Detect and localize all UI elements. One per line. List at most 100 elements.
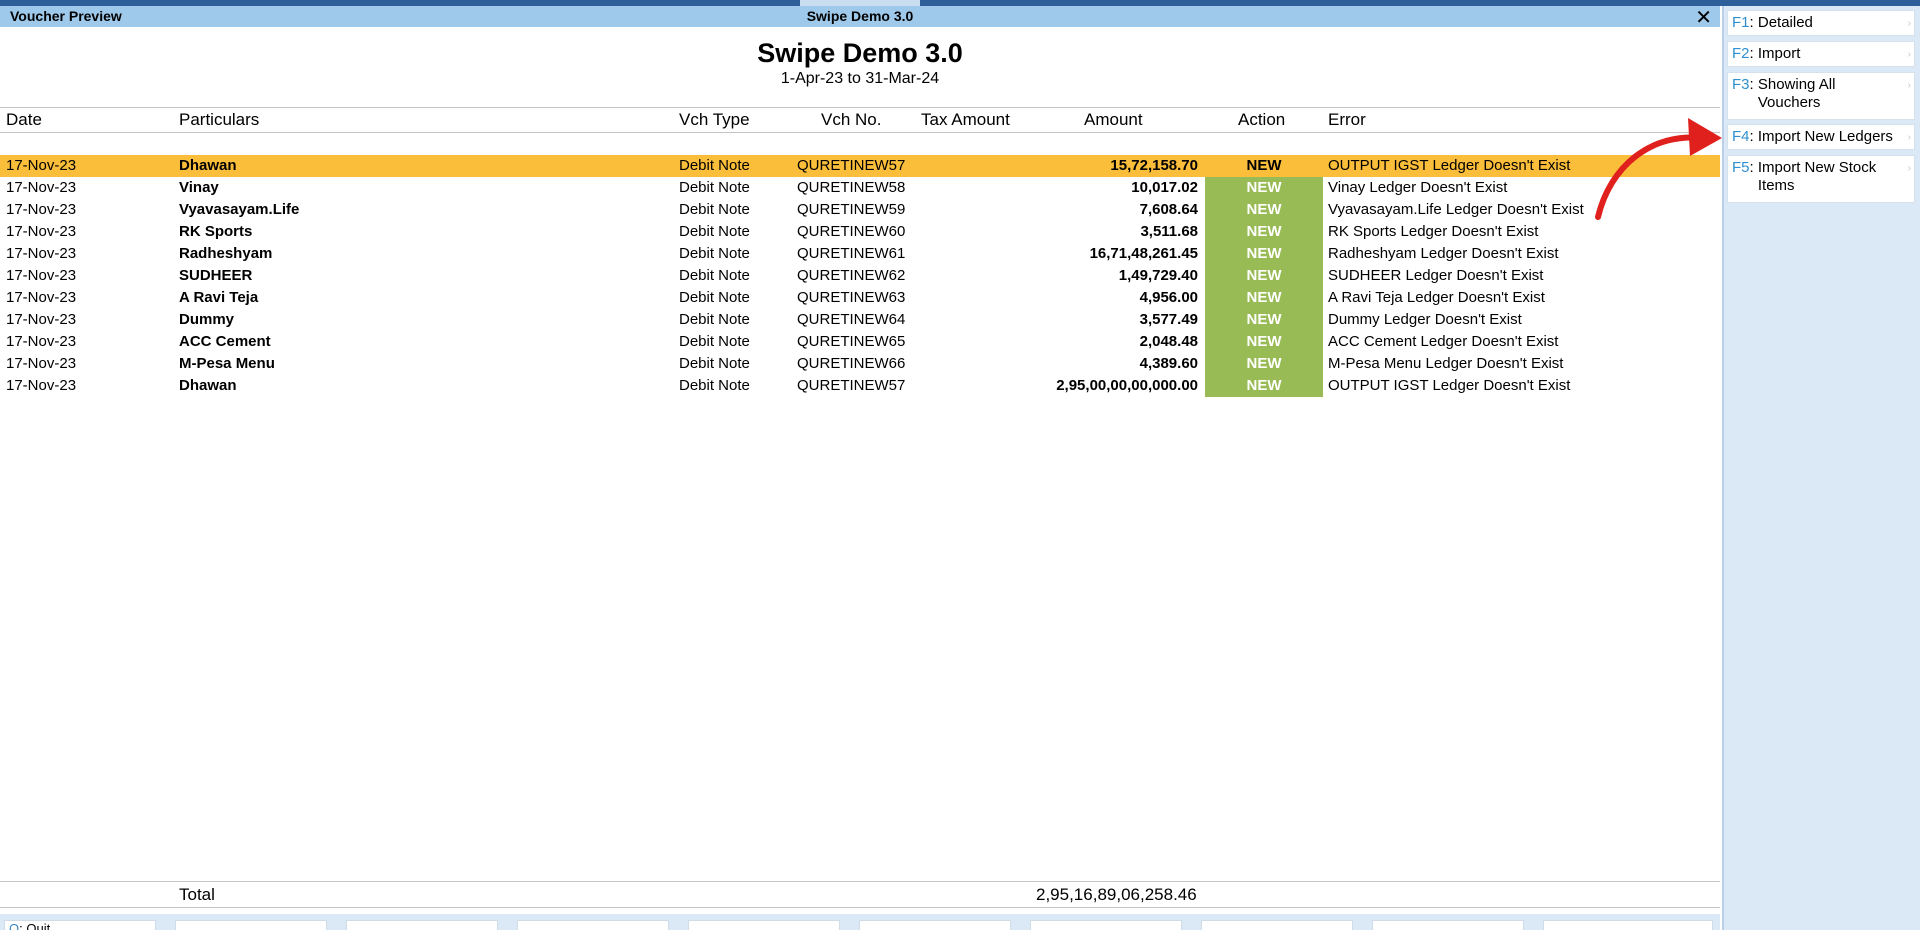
chevron-right-icon: › xyxy=(1907,49,1911,60)
import-new-ledgers-key: F4 xyxy=(1732,128,1750,145)
row-error: OUTPUT IGST Ledger Doesn't Exist xyxy=(1328,377,1571,394)
voucher-table: 17-Nov-23 Dhawan Debit Note QURETINEW57 15,7… xyxy=(0,155,1720,397)
detailed-button[interactable]: F1: Detailed › xyxy=(1727,10,1915,36)
row-date: 17-Nov-23 xyxy=(6,311,77,328)
row-date: 17-Nov-23 xyxy=(6,245,77,262)
row-particulars: RK Sports xyxy=(179,223,253,240)
empty-bottom-button[interactable] xyxy=(1201,920,1353,930)
column-header-action: Action xyxy=(1238,110,1286,129)
row-vch-type: Debit Note xyxy=(679,223,750,240)
total-divider-bottom xyxy=(0,907,1720,908)
column-header-amount: Amount xyxy=(1084,110,1143,129)
import-new-stock-items-button[interactable]: F5: Import New Stock Items › xyxy=(1727,155,1915,203)
annotation-arrow-icon xyxy=(1595,118,1722,220)
chevron-right-icon: › xyxy=(1907,18,1911,29)
table-row[interactable]: 17-Nov-23 A Ravi Teja Debit Note QURETINEW6… xyxy=(0,287,1720,309)
row-vch-type: Debit Note xyxy=(679,333,750,350)
row-vch-type: Debit Note xyxy=(679,245,750,262)
header-divider-top xyxy=(0,107,1720,108)
row-date: 17-Nov-23 xyxy=(6,377,77,394)
row-vch-no: QURETINEW61 xyxy=(797,245,906,262)
table-row[interactable]: 17-Nov-23 Dummy Debit Note QURETINEW64 3,577… xyxy=(0,309,1720,331)
window-title-center: Swipe Demo 3.0 xyxy=(806,8,914,24)
row-particulars: SUDHEER xyxy=(179,267,253,284)
import-button[interactable]: F2: Import › xyxy=(1727,41,1915,67)
quit-label: Quit xyxy=(26,921,51,930)
empty-bottom-button[interactable] xyxy=(688,920,840,930)
table-row[interactable]: 17-Nov-23 M-Pesa Menu Debit Note QURETINEW6… xyxy=(0,353,1720,375)
title-bar: Voucher Preview Swipe Demo 3.0 ✕ xyxy=(0,5,1720,30)
showing-all-vouchers-label: Showing All Vouchers xyxy=(1757,76,1836,111)
import-new-stock-items-key: F5 xyxy=(1732,159,1750,176)
table-row[interactable]: 17-Nov-23 Vyavasayam.Life Debit Note QURETI… xyxy=(0,199,1720,221)
row-amount: 7,608.64 xyxy=(1139,201,1198,218)
row-vch-type: Debit Note xyxy=(679,377,750,394)
company-name: Swipe Demo 3.0 xyxy=(757,38,963,68)
row-particulars: Vyavasayam.Life xyxy=(179,201,300,218)
detailed-label: Detailed xyxy=(1757,14,1813,31)
row-vch-type: Debit Note xyxy=(679,311,750,328)
empty-bottom-button[interactable] xyxy=(859,920,1011,930)
table-row[interactable]: 17-Nov-23 Dhawan Debit Note QURETINEW57 2,95… xyxy=(0,375,1720,397)
import-new-ledgers-button[interactable]: F4: Import New Ledgers › xyxy=(1727,124,1915,150)
row-action-badge: NEW xyxy=(1246,157,1282,174)
table-row[interactable]: 17-Nov-23 Vinay Debit Note QURETINEW58 10,01… xyxy=(0,177,1720,199)
import-new-stock-items-label: Import New Stock Items xyxy=(1757,159,1877,194)
row-action-badge: NEW xyxy=(1205,375,1323,397)
header-divider-bottom xyxy=(0,132,1720,133)
row-vch-no: QURETINEW57 xyxy=(797,157,906,174)
row-action-badge: NEW xyxy=(1205,265,1323,287)
row-action-badge: NEW xyxy=(1205,287,1323,309)
row-date: 17-Nov-23 xyxy=(6,157,77,174)
row-error: ACC Cement Ledger Doesn't Exist xyxy=(1328,333,1559,350)
row-action-badge: NEW xyxy=(1205,177,1323,199)
row-action-badge: NEW xyxy=(1205,309,1323,331)
row-vch-no: QURETINEW66 xyxy=(797,355,906,372)
table-row[interactable]: 17-Nov-23 SUDHEER Debit Note QURETINEW62 1,4… xyxy=(0,265,1720,287)
row-vch-no: QURETINEW58 xyxy=(797,179,906,196)
row-error: Dummy Ledger Doesn't Exist xyxy=(1328,311,1522,328)
voucher-preview-window: Voucher Preview Swipe Demo 3.0 ✕ Swipe D… xyxy=(0,6,1720,930)
button-panel: F1: Detailed › F2: Import › F3: Showing Al… xyxy=(1722,6,1920,930)
empty-bottom-button[interactable] xyxy=(346,920,498,930)
row-particulars: Radheshyam xyxy=(179,245,273,262)
table-row[interactable]: 17-Nov-23 Radheshyam Debit Note QURETINEW61… xyxy=(0,243,1720,265)
row-date: 17-Nov-23 xyxy=(6,289,77,306)
showing-all-vouchers-key: F3 xyxy=(1732,76,1750,93)
row-date: 17-Nov-23 xyxy=(6,201,77,218)
row-error: OUTPUT IGST Ledger Doesn't Exist xyxy=(1328,157,1571,174)
import-key: F2 xyxy=(1732,45,1750,62)
empty-bottom-button[interactable] xyxy=(1543,920,1713,930)
row-amount: 4,389.60 xyxy=(1139,355,1198,372)
chevron-right-icon: › xyxy=(1907,163,1911,174)
row-date: 17-Nov-23 xyxy=(6,223,77,240)
row-vch-no: QURETINEW65 xyxy=(797,333,906,350)
row-particulars: Dummy xyxy=(179,311,235,328)
row-error: Radheshyam Ledger Doesn't Exist xyxy=(1328,245,1559,262)
row-amount: 2,95,00,00,00,000.00 xyxy=(1056,377,1198,394)
row-vch-no: QURETINEW57 xyxy=(797,377,906,394)
bottom-button-bar: Q: Quit xyxy=(0,914,1720,930)
row-vch-no: QURETINEW60 xyxy=(797,223,906,240)
column-header-tax-amount: Tax Amount xyxy=(921,110,1010,129)
empty-bottom-button[interactable] xyxy=(517,920,669,930)
row-vch-type: Debit Note xyxy=(679,179,750,196)
row-amount: 4,956.00 xyxy=(1139,289,1198,306)
row-action-badge: NEW xyxy=(1205,353,1323,375)
row-error: Vyavasayam.Life Ledger Doesn't Exist xyxy=(1328,201,1584,218)
table-row[interactable]: 17-Nov-23 RK Sports Debit Note QURETINEW60 3… xyxy=(0,221,1720,243)
table-row[interactable]: 17-Nov-23 ACC Cement Debit Note QURETINEW65… xyxy=(0,331,1720,353)
empty-bottom-button[interactable] xyxy=(175,920,327,930)
row-vch-no: QURETINEW63 xyxy=(797,289,906,306)
showing-all-vouchers-button[interactable]: F3: Showing All Vouchers › xyxy=(1727,72,1915,120)
empty-bottom-button[interactable] xyxy=(1372,920,1524,930)
empty-bottom-button[interactable] xyxy=(1030,920,1182,930)
quit-button[interactable]: Q: Quit xyxy=(4,920,156,930)
row-action-badge: NEW xyxy=(1205,221,1323,243)
close-icon[interactable]: ✕ xyxy=(1695,5,1712,30)
row-particulars: A Ravi Teja xyxy=(179,289,259,306)
chevron-right-icon: › xyxy=(1907,132,1911,143)
column-header-vch-type: Vch Type xyxy=(679,110,750,129)
column-header-particulars: Particulars xyxy=(179,110,260,129)
table-row[interactable]: 17-Nov-23 Dhawan Debit Note QURETINEW57 15,7… xyxy=(0,155,1720,177)
